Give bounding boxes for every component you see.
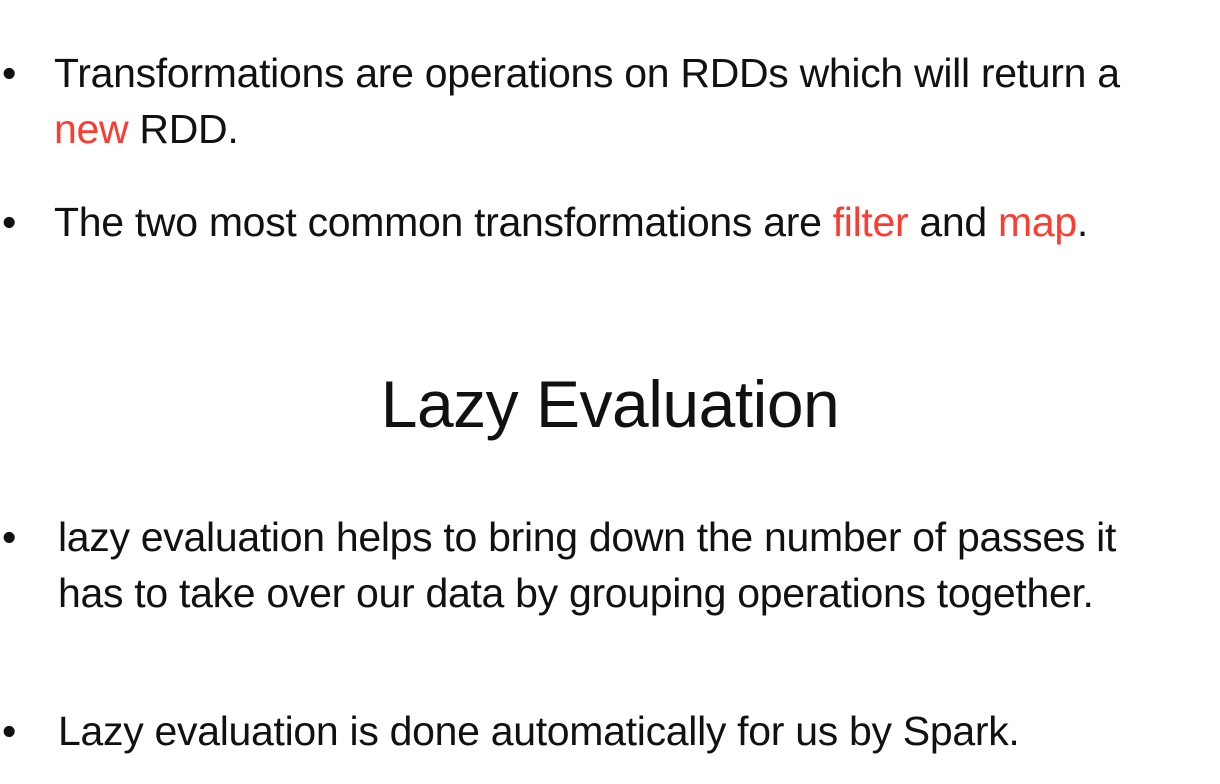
bullet-line: new RDD. (54, 101, 1120, 157)
bullet-line-rest: RDD. (128, 106, 239, 152)
highlight-word-new: new (54, 106, 129, 152)
bullet-line: Transformations are operations on RDDs w… (54, 50, 1120, 96)
bullet-item-transformations-definition: • Transformations are operations on RDDs… (0, 45, 1120, 157)
bullet-text: Lazy evaluation is done automatically fo… (58, 708, 1020, 754)
bullet-item-common-transformations: • The two most common transformations ar… (0, 194, 1088, 250)
section-heading: Lazy Evaluation (380, 367, 840, 441)
bullet-line: lazy evaluation helps to bring down the … (58, 514, 1117, 560)
slide: • Transformations are operations on RDDs… (0, 0, 1220, 784)
highlight-word-filter: filter (832, 199, 909, 245)
bullet-line: has to take over our data by grouping op… (58, 570, 1094, 616)
bullet-item-lazy-evaluation-benefit: • lazy evaluation helps to bring down th… (0, 509, 1116, 621)
bullet-text: lazy evaluation helps to bring down the … (58, 509, 1116, 621)
bullet-item-lazy-evaluation-automatic: • Lazy evaluation is done automatically … (0, 703, 1020, 759)
bullet-icon: • (2, 708, 17, 754)
bullet-icon: • (2, 514, 17, 560)
bullet-text-prefix: The two most common transformations are (54, 199, 833, 245)
bullet-text: The two most common transformations are … (54, 194, 1088, 250)
bullet-icon: • (2, 50, 17, 96)
bullet-text-middle: and (908, 199, 999, 245)
bullet-icon: • (2, 199, 17, 245)
highlight-word-map: map (998, 199, 1077, 245)
bullet-text-suffix: . (1076, 199, 1088, 245)
bullet-text: Transformations are operations on RDDs w… (54, 45, 1120, 157)
